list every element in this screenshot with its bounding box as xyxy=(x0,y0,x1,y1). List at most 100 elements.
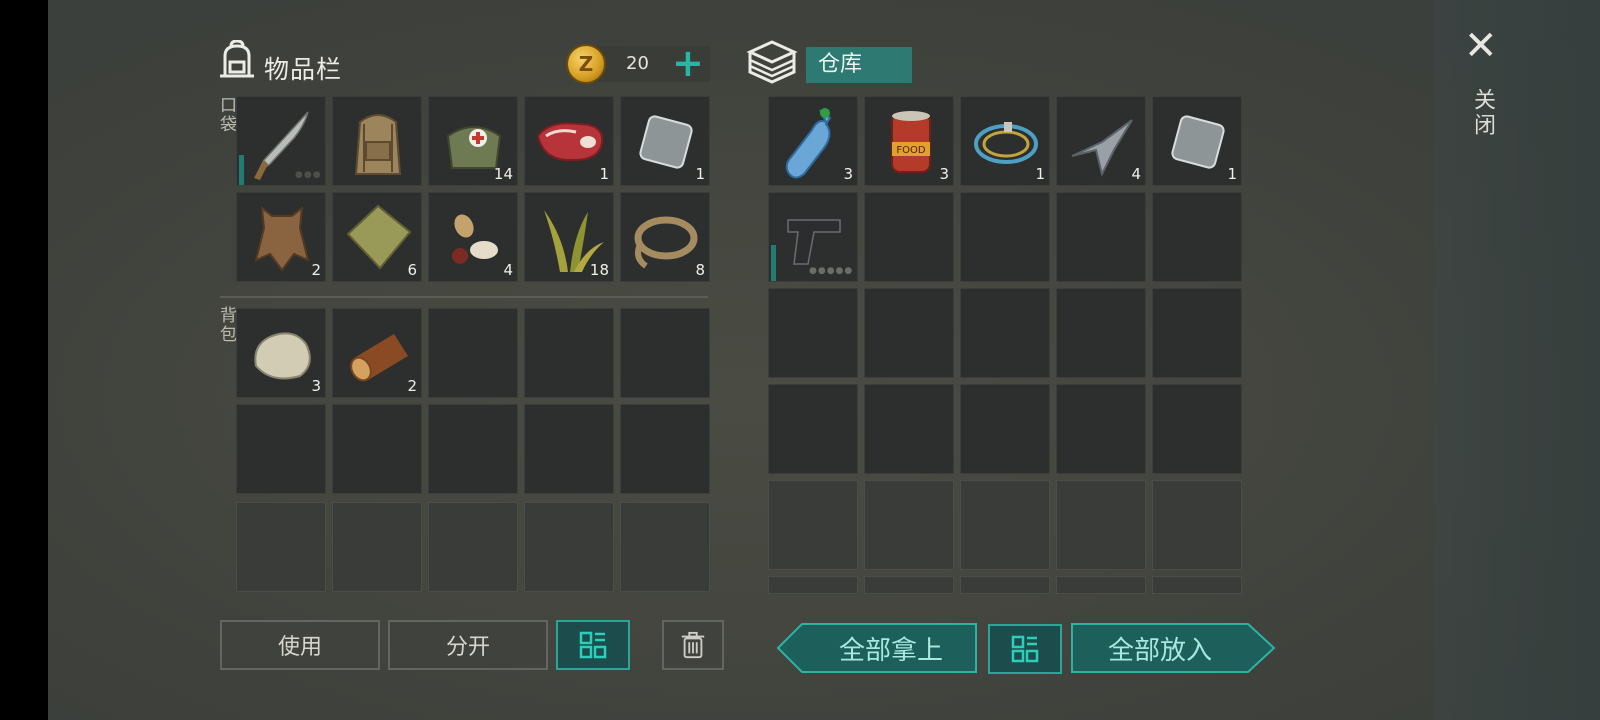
slot-raw-meat[interactable]: 1 xyxy=(524,96,614,186)
backpack-icon xyxy=(220,40,254,78)
item-count: 2 xyxy=(407,377,417,395)
metal-plate-icon xyxy=(639,115,693,169)
put-all-button[interactable]: 全部放入 xyxy=(1070,622,1250,674)
slot-partial[interactable] xyxy=(864,576,954,594)
slot-empty[interactable] xyxy=(768,384,858,474)
animal-hide-icon xyxy=(254,205,310,272)
can-label: FOOD xyxy=(896,145,925,156)
warehouse-tab[interactable]: 仓库 xyxy=(806,47,912,83)
slot-pistol[interactable]: ●●●●● xyxy=(768,192,858,282)
seeds-icon xyxy=(452,214,498,264)
slot-canned-food[interactable]: FOOD 3 xyxy=(864,96,954,186)
slot-empty[interactable] xyxy=(1152,384,1242,474)
slot-empty[interactable] xyxy=(960,384,1050,474)
slot-empty[interactable] xyxy=(864,192,954,282)
water-bottle-icon xyxy=(785,108,832,179)
slot-empty[interactable] xyxy=(768,480,858,570)
slot-log[interactable]: 2 xyxy=(332,308,422,398)
item-count: 4 xyxy=(503,261,513,279)
slot-backpack[interactable] xyxy=(332,96,422,186)
slot-empty[interactable] xyxy=(960,192,1050,282)
slot-empty[interactable] xyxy=(428,308,518,398)
slot-empty[interactable] xyxy=(1056,384,1146,474)
section-divider xyxy=(220,296,708,298)
rope-icon xyxy=(634,216,698,269)
inventory-title: 物品栏 xyxy=(264,55,343,84)
trash-button[interactable] xyxy=(662,620,724,670)
slot-empty[interactable] xyxy=(1056,192,1146,282)
slot-seeds[interactable]: 4 xyxy=(428,192,518,282)
slot-machete[interactable]: ●●● xyxy=(236,96,326,186)
split-button[interactable]: 分开 xyxy=(388,620,548,670)
grid-icon xyxy=(579,631,607,659)
slot-empty[interactable] xyxy=(332,404,422,494)
cloth-icon xyxy=(346,204,412,270)
slot-empty[interactable] xyxy=(524,308,614,398)
slot-partial[interactable] xyxy=(1056,576,1146,594)
slot-wire-coil[interactable]: 1 xyxy=(960,96,1050,186)
raw-meat-icon xyxy=(536,122,604,162)
coin-amount: 20 xyxy=(626,53,649,74)
use-button[interactable]: 使用 xyxy=(220,620,380,670)
slot-animal-hide[interactable]: 2 xyxy=(236,192,326,282)
slot-partial[interactable] xyxy=(1152,576,1242,594)
coin-icon: Z xyxy=(566,44,606,84)
slot-empty[interactable] xyxy=(236,404,326,494)
slot-locked xyxy=(524,502,614,592)
metal-plate-icon xyxy=(1171,115,1225,169)
slot-partial[interactable] xyxy=(960,576,1050,594)
add-coins-button[interactable]: + xyxy=(672,44,704,82)
canned-food-icon: FOOD xyxy=(891,111,931,173)
slot-rope[interactable]: 8 xyxy=(620,192,710,282)
slot-cloth[interactable]: 6 xyxy=(332,192,422,282)
slot-empty[interactable] xyxy=(1152,288,1242,378)
close-icon[interactable]: ✕ xyxy=(1464,26,1498,66)
condition-dots: ●●●●● xyxy=(809,266,854,276)
condition-dots: ●●● xyxy=(295,170,322,180)
item-count: 1 xyxy=(1227,165,1237,183)
grid-icon xyxy=(1011,635,1039,663)
slot-empty[interactable] xyxy=(428,404,518,494)
item-count: 3 xyxy=(843,165,853,183)
slot-empty[interactable] xyxy=(960,480,1050,570)
slot-empty[interactable] xyxy=(1056,288,1146,378)
backpack-item-icon xyxy=(354,114,402,175)
item-count: 3 xyxy=(939,165,949,183)
item-count: 1 xyxy=(695,165,705,183)
slot-empty[interactable] xyxy=(524,404,614,494)
slot-empty[interactable] xyxy=(620,308,710,398)
warehouse-sort-button[interactable] xyxy=(988,624,1062,674)
metal-scraps-icon xyxy=(1071,119,1133,177)
item-count: 14 xyxy=(493,165,513,183)
screen: 物品栏 Z 20 + 仓库 口袋 背包 ●●● 14 1 1 2 6 4 18 … xyxy=(0,0,1600,720)
slot-locked xyxy=(620,502,710,592)
slot-water-bottle[interactable]: 3 xyxy=(768,96,858,186)
slot-empty[interactable] xyxy=(864,288,954,378)
slot-metal-plate[interactable]: 1 xyxy=(620,96,710,186)
item-count: 6 xyxy=(407,261,417,279)
slot-empty[interactable] xyxy=(620,404,710,494)
sort-grid-button[interactable] xyxy=(556,620,630,670)
log-icon xyxy=(350,334,408,382)
slot-plant-fiber[interactable]: 18 xyxy=(524,192,614,282)
wire-coil-icon xyxy=(974,122,1038,164)
slot-empty[interactable] xyxy=(864,480,954,570)
item-count: 4 xyxy=(1131,165,1141,183)
slot-locked xyxy=(428,502,518,592)
side-strip xyxy=(1434,0,1600,720)
slot-empty[interactable] xyxy=(1152,192,1242,282)
slot-empty[interactable] xyxy=(1152,480,1242,570)
slot-metal-scraps[interactable]: 4 xyxy=(1056,96,1146,186)
slot-locked xyxy=(236,502,326,592)
take-all-button[interactable]: 全部拿上 xyxy=(804,622,978,674)
warehouse-crate-icon xyxy=(746,40,798,84)
slot-stone[interactable]: 3 xyxy=(236,308,326,398)
slot-metal-plate[interactable]: 1 xyxy=(1152,96,1242,186)
slot-empty[interactable] xyxy=(960,288,1050,378)
slot-empty[interactable] xyxy=(864,384,954,474)
slot-partial[interactable] xyxy=(768,576,858,594)
close-label[interactable]: 关闭 xyxy=(1466,88,1498,138)
slot-empty[interactable] xyxy=(768,288,858,378)
slot-empty[interactable] xyxy=(1056,480,1146,570)
slot-medkit-bag[interactable]: 14 xyxy=(428,96,518,186)
